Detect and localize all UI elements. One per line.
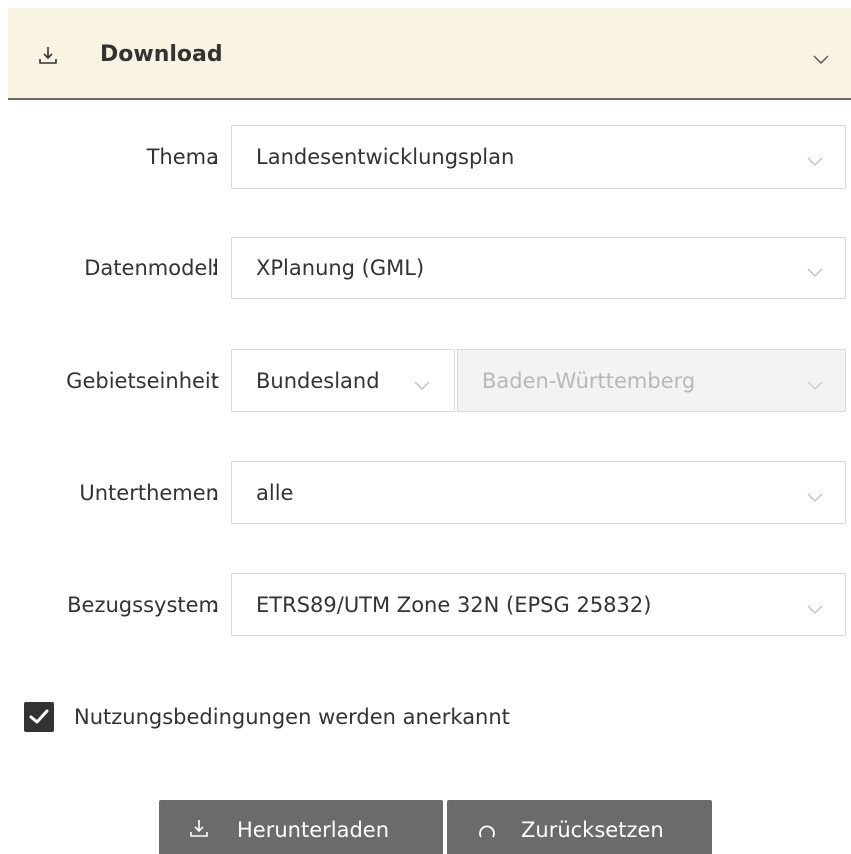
gebietseinheit-type-value: Bundesland <box>256 368 380 393</box>
datenmodell-label: Datenmodell <box>84 256 219 280</box>
unterthemen-label: Unterthemen <box>79 481 219 505</box>
thema-colon: : <box>211 145 219 169</box>
thema-label: Thema <box>146 145 219 169</box>
bezugssystem-colon: : <box>211 593 219 617</box>
gebietseinheit-colon: : <box>211 369 219 393</box>
panel-title: Download <box>100 42 223 67</box>
download-icon <box>38 45 58 65</box>
unterthemen-select[interactable]: alle <box>231 461 846 524</box>
terms-checkbox[interactable] <box>24 702 54 732</box>
chevron-down-icon <box>807 488 823 502</box>
download-icon <box>189 818 209 838</box>
unterthemen-colon: : <box>211 481 219 505</box>
download-button[interactable]: Herunterladen <box>159 800 443 854</box>
reset-button-label: Zurücksetzen <box>521 818 664 842</box>
gebietseinheit-type-select[interactable]: Bundesland <box>231 349 455 412</box>
reset-icon <box>477 819 497 839</box>
bezugssystem-value: ETRS89/UTM Zone 32N (EPSG 25832) <box>256 592 652 617</box>
bezugssystem-label: Bezugssystem <box>67 593 219 617</box>
download-panel-header[interactable]: Download <box>8 8 851 100</box>
reset-button[interactable]: Zurücksetzen <box>447 800 712 854</box>
terms-label[interactable]: Nutzungsbedingungen werden anerkannt <box>74 702 510 732</box>
datenmodell-value: XPlanung (GML) <box>256 256 425 280</box>
chevron-down-icon <box>414 376 430 390</box>
chevron-down-icon <box>807 263 823 277</box>
unterthemen-value: alle <box>256 480 294 505</box>
datenmodell-colon: : <box>211 256 219 280</box>
chevron-down-icon <box>807 376 823 390</box>
chevron-down-icon <box>807 152 823 166</box>
thema-value: Landesentwicklungsplan <box>256 145 515 169</box>
bezugssystem-select[interactable]: ETRS89/UTM Zone 32N (EPSG 25832) <box>231 573 846 636</box>
thema-select[interactable]: Landesentwicklungsplan <box>231 125 846 189</box>
download-button-label: Herunterladen <box>237 818 390 842</box>
gebietseinheit-region-select: Baden-Württemberg <box>457 349 846 412</box>
datenmodell-select[interactable]: XPlanung (GML) <box>231 237 846 299</box>
chevron-down-icon[interactable] <box>813 50 829 64</box>
checkmark-icon <box>29 709 49 724</box>
chevron-down-icon <box>807 600 823 614</box>
gebietseinheit-label: Gebietseinheit <box>66 369 219 393</box>
gebietseinheit-region-value: Baden-Württemberg <box>482 368 696 393</box>
